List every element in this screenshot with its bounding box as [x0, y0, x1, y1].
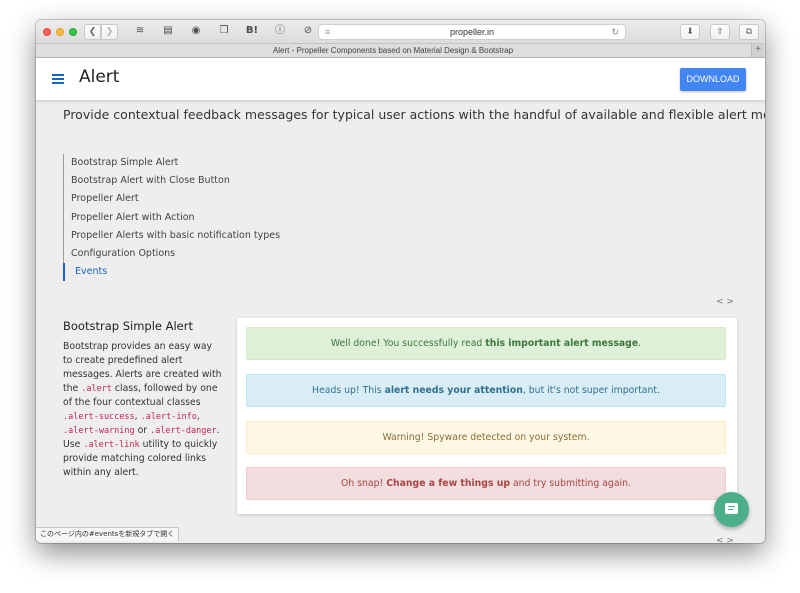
lead-text: Provide contextual feedback messages for…: [63, 107, 765, 122]
forward-button[interactable]: ❯: [101, 24, 118, 40]
share-icon[interactable]: ⇧: [710, 24, 730, 40]
tab-bar: Alert - Propeller Components based on Ma…: [36, 44, 765, 58]
zoom-window-button[interactable]: [69, 28, 77, 36]
toc-item-bootstrap-simple-alert[interactable]: Bootstrap Simple Alert: [64, 154, 363, 172]
browser-window: ❮ ❯ ≋ ▤ ◉ ❐ B! ⓘ ⊘ ≡ propeller.in ↻ ⬇ ⇧ …: [36, 20, 765, 543]
alert-demo-card: Well done! You successfully read this im…: [237, 318, 737, 514]
alert-warning: Warning! Spyware detected on your system…: [246, 421, 726, 454]
back-button[interactable]: ❮: [84, 24, 101, 40]
active-tab[interactable]: Alert - Propeller Components based on Ma…: [36, 44, 750, 58]
sidebar-icon[interactable]: ▤: [159, 24, 177, 40]
alert-success: Well done! You successfully read this im…: [246, 327, 726, 360]
link-status-bar: このページ内の#eventsを新規タブで開く: [36, 527, 180, 541]
url-text: propeller.in: [449, 27, 495, 37]
app-header: Alert DOWNLOAD: [36, 58, 765, 100]
table-of-contents: Bootstrap Simple Alert Bootstrap Alert w…: [63, 154, 363, 282]
downloads-icon[interactable]: ⬇: [680, 24, 700, 40]
record-icon[interactable]: ◉: [187, 24, 205, 40]
alert-danger: Oh snap! Change a few things up and try …: [246, 467, 726, 500]
minimize-window-button[interactable]: [56, 28, 64, 36]
chat-fab-button[interactable]: [714, 492, 749, 527]
toc-item-alert-close-button[interactable]: Bootstrap Alert with Close Button: [64, 172, 363, 190]
new-tab-button[interactable]: +: [751, 44, 764, 57]
section-title: Bootstrap Simple Alert: [63, 319, 193, 333]
page-title: Alert: [79, 67, 120, 87]
download-button[interactable]: DOWNLOAD: [680, 68, 746, 91]
info-icon[interactable]: ⓘ: [271, 24, 289, 40]
toc-item-propeller-alert[interactable]: Propeller Alert: [64, 190, 363, 208]
reader-icon[interactable]: ≡: [325, 25, 330, 39]
menu-icon[interactable]: [52, 74, 64, 84]
section-description: Bootstrap provides an easy way to create…: [63, 341, 222, 478]
copy-icon[interactable]: ❐: [215, 24, 233, 40]
browser-toolbar: ❮ ❯ ≋ ▤ ◉ ❐ B! ⓘ ⊘ ≡ propeller.in ↻ ⬇ ⇧ …: [36, 20, 765, 44]
layers-icon[interactable]: ≋: [131, 24, 149, 40]
tabs-overview-icon[interactable]: ⧉: [739, 24, 759, 40]
block-icon[interactable]: ⊘: [299, 24, 317, 40]
chat-icon: [725, 503, 738, 514]
toc-item-configuration-options[interactable]: Configuration Options: [64, 245, 363, 263]
toc-item-propeller-alert-action[interactable]: Propeller Alert with Action: [64, 209, 363, 227]
reload-icon[interactable]: ↻: [611, 25, 619, 39]
alert-info: Heads up! This alert needs your attentio…: [246, 374, 726, 407]
address-bar[interactable]: ≡ propeller.in ↻: [318, 24, 626, 40]
toc-item-events[interactable]: Events: [63, 263, 363, 282]
code-toggle-icon[interactable]: < >: [716, 297, 734, 307]
hatena-bookmark-icon[interactable]: B!: [243, 24, 261, 40]
toc-item-notification-types[interactable]: Propeller Alerts with basic notification…: [64, 227, 363, 245]
code-toggle-icon[interactable]: < >: [716, 536, 734, 543]
close-window-button[interactable]: [43, 28, 51, 36]
